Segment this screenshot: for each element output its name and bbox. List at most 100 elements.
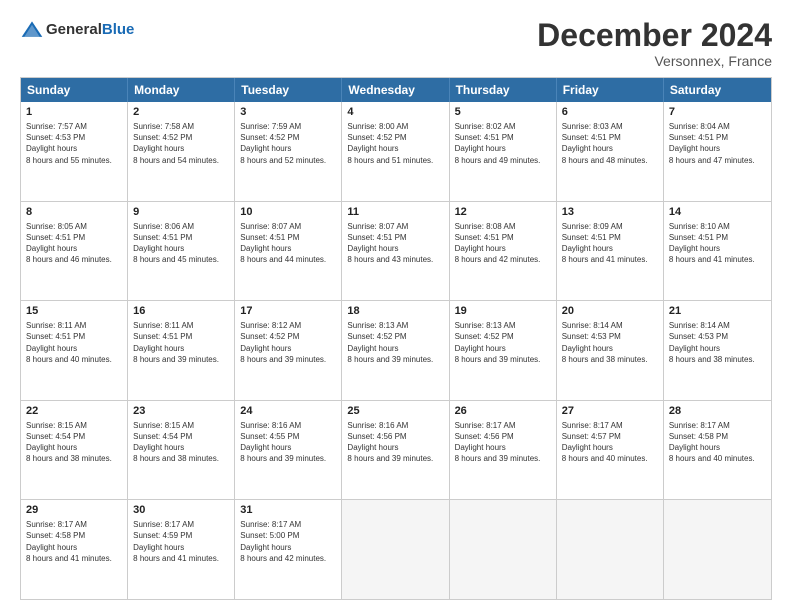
day-number: 16	[133, 304, 229, 319]
cell-info: Sunrise: 8:15 AMSunset: 4:54 PMDaylight …	[26, 420, 122, 465]
day-cell-25: 25Sunrise: 8:16 AMSunset: 4:56 PMDayligh…	[342, 401, 449, 500]
day-cell-24: 24Sunrise: 8:16 AMSunset: 4:55 PMDayligh…	[235, 401, 342, 500]
cell-info: Sunrise: 8:09 AMSunset: 4:51 PMDaylight …	[562, 221, 658, 266]
day-cell-20: 20Sunrise: 8:14 AMSunset: 4:53 PMDayligh…	[557, 301, 664, 400]
cell-info: Sunrise: 8:11 AMSunset: 4:51 PMDaylight …	[133, 320, 229, 365]
header-day-wednesday: Wednesday	[342, 78, 449, 102]
cell-info: Sunrise: 8:13 AMSunset: 4:52 PMDaylight …	[347, 320, 443, 365]
cell-info: Sunrise: 7:59 AMSunset: 4:52 PMDaylight …	[240, 121, 336, 166]
day-cell-7: 7Sunrise: 8:04 AMSunset: 4:51 PMDaylight…	[664, 102, 771, 201]
calendar: SundayMondayTuesdayWednesdayThursdayFrid…	[20, 77, 772, 600]
day-number: 7	[669, 105, 766, 120]
day-cell-9: 9Sunrise: 8:06 AMSunset: 4:51 PMDaylight…	[128, 202, 235, 301]
day-number: 15	[26, 304, 122, 319]
day-cell-29: 29Sunrise: 8:17 AMSunset: 4:58 PMDayligh…	[21, 500, 128, 599]
header-day-tuesday: Tuesday	[235, 78, 342, 102]
logo-general-text: General	[46, 21, 102, 38]
day-cell-2: 2Sunrise: 7:58 AMSunset: 4:52 PMDaylight…	[128, 102, 235, 201]
cell-info: Sunrise: 8:08 AMSunset: 4:51 PMDaylight …	[455, 221, 551, 266]
cell-info: Sunrise: 8:17 AMSunset: 4:59 PMDaylight …	[133, 519, 229, 564]
day-number: 21	[669, 304, 766, 319]
cell-info: Sunrise: 8:12 AMSunset: 4:52 PMDaylight …	[240, 320, 336, 365]
day-number: 27	[562, 404, 658, 419]
day-number: 11	[347, 205, 443, 220]
cell-info: Sunrise: 8:10 AMSunset: 4:51 PMDaylight …	[669, 221, 766, 266]
day-number: 8	[26, 205, 122, 220]
day-number: 10	[240, 205, 336, 220]
day-cell-31: 31Sunrise: 8:17 AMSunset: 5:00 PMDayligh…	[235, 500, 342, 599]
day-number: 31	[240, 503, 336, 518]
page: GeneralBlue December 2024 Versonnex, Fra…	[0, 0, 792, 612]
day-number: 12	[455, 205, 551, 220]
calendar-row-1: 1Sunrise: 7:57 AMSunset: 4:53 PMDaylight…	[21, 102, 771, 202]
calendar-row-2: 8Sunrise: 8:05 AMSunset: 4:51 PMDaylight…	[21, 202, 771, 302]
day-number: 2	[133, 105, 229, 120]
day-number: 17	[240, 304, 336, 319]
cell-info: Sunrise: 8:17 AMSunset: 5:00 PMDaylight …	[240, 519, 336, 564]
logo-brand: GeneralBlue	[20, 18, 134, 42]
cell-info: Sunrise: 8:02 AMSunset: 4:51 PMDaylight …	[455, 121, 551, 166]
cell-info: Sunrise: 8:06 AMSunset: 4:51 PMDaylight …	[133, 221, 229, 266]
cell-info: Sunrise: 8:03 AMSunset: 4:51 PMDaylight …	[562, 121, 658, 166]
day-number: 5	[455, 105, 551, 120]
cell-info: Sunrise: 8:17 AMSunset: 4:56 PMDaylight …	[455, 420, 551, 465]
cell-info: Sunrise: 8:17 AMSunset: 4:58 PMDaylight …	[26, 519, 122, 564]
day-cell-22: 22Sunrise: 8:15 AMSunset: 4:54 PMDayligh…	[21, 401, 128, 500]
day-cell-4: 4Sunrise: 8:00 AMSunset: 4:52 PMDaylight…	[342, 102, 449, 201]
day-cell-19: 19Sunrise: 8:13 AMSunset: 4:52 PMDayligh…	[450, 301, 557, 400]
day-cell-16: 16Sunrise: 8:11 AMSunset: 4:51 PMDayligh…	[128, 301, 235, 400]
cell-info: Sunrise: 8:17 AMSunset: 4:58 PMDaylight …	[669, 420, 766, 465]
cell-info: Sunrise: 8:07 AMSunset: 4:51 PMDaylight …	[240, 221, 336, 266]
cell-info: Sunrise: 8:15 AMSunset: 4:54 PMDaylight …	[133, 420, 229, 465]
day-cell-28: 28Sunrise: 8:17 AMSunset: 4:58 PMDayligh…	[664, 401, 771, 500]
day-number: 24	[240, 404, 336, 419]
day-number: 20	[562, 304, 658, 319]
day-number: 14	[669, 205, 766, 220]
day-number: 1	[26, 105, 122, 120]
cell-info: Sunrise: 7:57 AMSunset: 4:53 PMDaylight …	[26, 121, 122, 166]
day-cell-6: 6Sunrise: 8:03 AMSunset: 4:51 PMDaylight…	[557, 102, 664, 201]
logo-icon	[20, 18, 44, 42]
empty-cell	[342, 500, 449, 599]
day-number: 22	[26, 404, 122, 419]
cell-info: Sunrise: 8:11 AMSunset: 4:51 PMDaylight …	[26, 320, 122, 365]
header-day-friday: Friday	[557, 78, 664, 102]
day-cell-30: 30Sunrise: 8:17 AMSunset: 4:59 PMDayligh…	[128, 500, 235, 599]
empty-cell	[450, 500, 557, 599]
cell-info: Sunrise: 8:07 AMSunset: 4:51 PMDaylight …	[347, 221, 443, 266]
day-cell-15: 15Sunrise: 8:11 AMSunset: 4:51 PMDayligh…	[21, 301, 128, 400]
title-block: December 2024 Versonnex, France	[537, 18, 772, 69]
day-cell-27: 27Sunrise: 8:17 AMSunset: 4:57 PMDayligh…	[557, 401, 664, 500]
day-number: 19	[455, 304, 551, 319]
cell-info: Sunrise: 8:17 AMSunset: 4:57 PMDaylight …	[562, 420, 658, 465]
day-number: 13	[562, 205, 658, 220]
calendar-row-3: 15Sunrise: 8:11 AMSunset: 4:51 PMDayligh…	[21, 301, 771, 401]
day-number: 18	[347, 304, 443, 319]
day-cell-26: 26Sunrise: 8:17 AMSunset: 4:56 PMDayligh…	[450, 401, 557, 500]
header-day-thursday: Thursday	[450, 78, 557, 102]
day-cell-11: 11Sunrise: 8:07 AMSunset: 4:51 PMDayligh…	[342, 202, 449, 301]
day-cell-14: 14Sunrise: 8:10 AMSunset: 4:51 PMDayligh…	[664, 202, 771, 301]
header: GeneralBlue December 2024 Versonnex, Fra…	[20, 18, 772, 69]
calendar-header: SundayMondayTuesdayWednesdayThursdayFrid…	[21, 78, 771, 102]
logo: GeneralBlue	[20, 18, 134, 42]
day-cell-21: 21Sunrise: 8:14 AMSunset: 4:53 PMDayligh…	[664, 301, 771, 400]
cell-info: Sunrise: 8:05 AMSunset: 4:51 PMDaylight …	[26, 221, 122, 266]
header-day-monday: Monday	[128, 78, 235, 102]
calendar-body: 1Sunrise: 7:57 AMSunset: 4:53 PMDaylight…	[21, 102, 771, 599]
day-number: 9	[133, 205, 229, 220]
cell-info: Sunrise: 7:58 AMSunset: 4:52 PMDaylight …	[133, 121, 229, 166]
day-number: 25	[347, 404, 443, 419]
day-cell-18: 18Sunrise: 8:13 AMSunset: 4:52 PMDayligh…	[342, 301, 449, 400]
cell-info: Sunrise: 8:14 AMSunset: 4:53 PMDaylight …	[669, 320, 766, 365]
month-title: December 2024	[537, 18, 772, 53]
cell-info: Sunrise: 8:16 AMSunset: 4:56 PMDaylight …	[347, 420, 443, 465]
day-cell-5: 5Sunrise: 8:02 AMSunset: 4:51 PMDaylight…	[450, 102, 557, 201]
day-number: 30	[133, 503, 229, 518]
header-day-sunday: Sunday	[21, 78, 128, 102]
day-number: 26	[455, 404, 551, 419]
header-day-saturday: Saturday	[664, 78, 771, 102]
day-cell-3: 3Sunrise: 7:59 AMSunset: 4:52 PMDaylight…	[235, 102, 342, 201]
cell-info: Sunrise: 8:04 AMSunset: 4:51 PMDaylight …	[669, 121, 766, 166]
day-cell-12: 12Sunrise: 8:08 AMSunset: 4:51 PMDayligh…	[450, 202, 557, 301]
